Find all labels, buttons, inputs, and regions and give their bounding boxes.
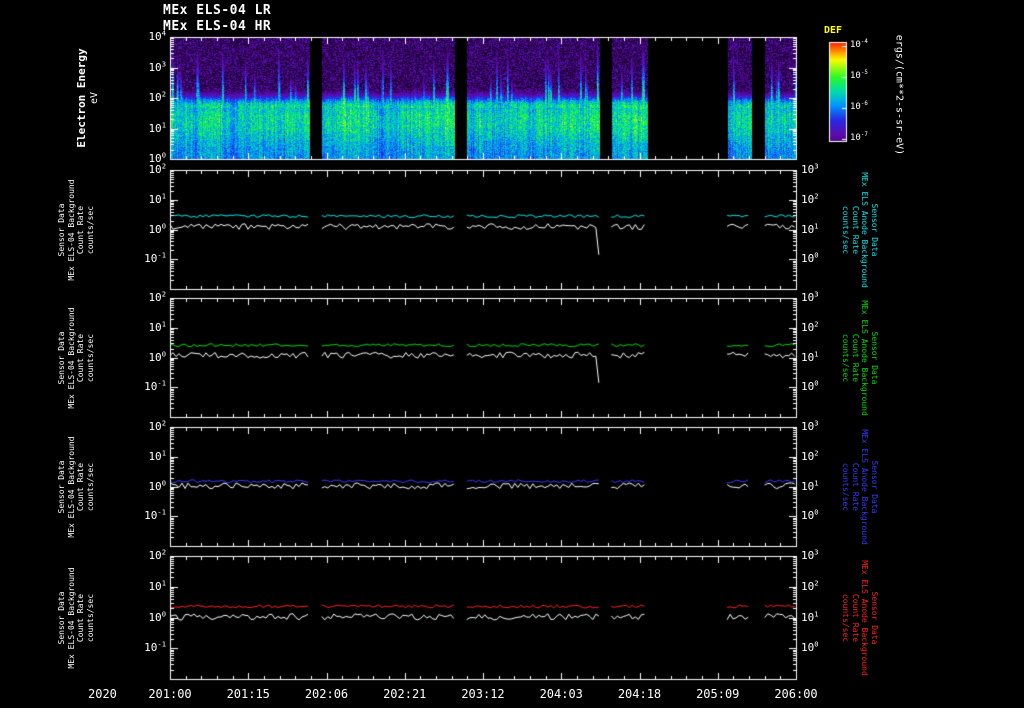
line-panel-right-label-line: counts/sec <box>841 462 851 512</box>
y-tick-label-right: 100 <box>801 378 819 394</box>
x-tick-label: 201:15 <box>226 687 270 701</box>
y-tick-label-right: 100 <box>801 250 819 266</box>
line-panel-right-label-line: Count Rate <box>851 462 860 512</box>
colorbar-tick-label: 10-6 <box>850 101 868 112</box>
y-tick-label-left: 10-1 <box>144 250 166 266</box>
line-panel-left-label: Sensor Data MEx ELS-04 Background Count Ra… <box>57 179 95 280</box>
colorbar-tick-label: 10-5 <box>850 70 868 81</box>
line-panel-left-label-line: MEx ELS-04 Background <box>66 567 76 669</box>
line-panel-left-label-line: Count Rate <box>76 593 85 643</box>
y-tick-label-left: 10-1 <box>144 378 166 394</box>
y-tick-label-right: 102 <box>801 191 819 206</box>
title-lr: MEx ELS-04 LR <box>163 3 272 18</box>
colorbar-def-label: DEF <box>824 25 843 36</box>
spectrogram-ylabel-units: eV <box>89 91 100 105</box>
line-panel-left-label-line: MEx ELS-04 Background <box>66 436 76 538</box>
line-panel-right-label: Sensor Data MEx ELS Anode Background Count… <box>841 300 880 416</box>
line-panel-right-label-line: Sensor Data <box>870 460 879 514</box>
y-tick-label-left: 100 <box>148 608 166 624</box>
line-panel-right-label-line: MEx ELS Anode Background <box>860 172 870 288</box>
y-tick-label-left: 101 <box>148 319 166 334</box>
y-tick-label-right: 103 <box>801 547 819 562</box>
title-hr: MEx ELS-04 HR <box>163 19 272 34</box>
y-tick-label-right: 101 <box>801 477 819 493</box>
line-panel-right-label-line: counts/sec <box>841 333 851 383</box>
x-tick-label: 204:18 <box>617 687 662 701</box>
y-tick-label-right: 102 <box>801 319 819 334</box>
line-panel-left-label: Sensor Data MEx ELS-04 Background Count Ra… <box>57 307 95 408</box>
x-tick-label: 202:21 <box>383 687 427 701</box>
line-panel-left-label-line: Count Rate <box>76 205 85 255</box>
x-tick-label: 205:09 <box>696 687 740 701</box>
y-tick-label-right: 100 <box>801 639 819 655</box>
line-panel-left-label-line: MEx ELS-04 Background <box>66 179 76 281</box>
x-tick-label: 204:03 <box>539 687 583 701</box>
line-panel-left-label-line: Sensor Data <box>57 591 66 645</box>
colorbar-tick-label: 10-7 <box>850 132 868 143</box>
line-panel-left-label-line: Sensor Data <box>57 331 66 385</box>
y-tick-label-left: 102 <box>148 418 166 433</box>
y-tick-label-left: 100 <box>148 348 166 364</box>
line-panel-left-label-line: Sensor Data <box>57 203 66 257</box>
x-tick-label: 202:06 <box>304 687 349 701</box>
y-tick-label-left: 101 <box>148 578 166 593</box>
x-axis-year-label: 2020 <box>88 687 117 701</box>
line-panel-right-label: Sensor Data MEx ELS Anode Background Count… <box>841 429 880 545</box>
line-panel-left-label-line: counts/sec <box>85 462 95 512</box>
y-tick-label-right: 100 <box>801 507 819 523</box>
y-tick-label-right: 101 <box>801 220 819 236</box>
y-tick-label-left: 103 <box>148 58 166 74</box>
y-tick-label-right: 103 <box>801 418 819 433</box>
y-tick-label-left: 104 <box>148 28 166 43</box>
y-tick-label-left: 100 <box>148 220 166 236</box>
y-tick-label-left: 102 <box>148 89 166 104</box>
line-panel-right-label-line: Sensor Data <box>870 203 879 257</box>
line-panel-right-label-line: Sensor Data <box>870 591 879 645</box>
line-panel-left-label-line: counts/sec <box>85 333 95 383</box>
line-panel-left-label-line: Count Rate <box>76 462 85 512</box>
line-panel-right-label-line: Count Rate <box>851 205 860 255</box>
line-panel-right-label-line: Sensor Data <box>870 331 879 385</box>
line-panel-left-label: Sensor Data MEx ELS-04 Background Count Ra… <box>57 436 95 537</box>
plot-title: MEx ELS-04 LR MEx ELS-04 HR <box>163 3 271 35</box>
line-panel-right-label-line: MEx ELS Anode Background <box>860 560 870 676</box>
line-panel-left-label-line: Sensor Data <box>57 460 66 514</box>
line-panel-right-label-line: counts/sec <box>841 205 851 255</box>
y-tick-label-left: 101 <box>148 448 166 463</box>
line-panel-right-label-line: counts/sec <box>841 593 851 643</box>
y-tick-label-right: 101 <box>801 348 819 364</box>
line-panel-left-label-line: Count Rate <box>76 333 85 383</box>
y-tick-label-left: 101 <box>148 191 166 206</box>
line-panel-right-label-line: MEx ELS Anode Background <box>860 300 870 416</box>
line-panel-left-label: Sensor Data MEx ELS-04 Background Count Ra… <box>57 567 95 668</box>
line-panel-left-label-line: counts/sec <box>85 205 95 255</box>
y-tick-label-left: 101 <box>148 119 166 135</box>
y-tick-label-right: 102 <box>801 578 819 593</box>
x-tick-label: 206:00 <box>774 687 818 701</box>
y-tick-label-left: 10-1 <box>144 507 166 523</box>
x-tick-label: 201:00 <box>148 687 192 701</box>
colorbar-tick-label: 10-4 <box>850 39 868 50</box>
y-tick-label-left: 102 <box>148 289 166 304</box>
x-tick-label: 203:12 <box>461 687 505 701</box>
line-panel-right-label: Sensor Data MEx ELS Anode Background Count… <box>841 560 880 676</box>
spectrogram-ylabel: Electron Energy <box>75 48 88 148</box>
y-tick-label-right: 103 <box>801 289 819 304</box>
colorbar-units-label: ergs/(cm**2-s-sr-eV) <box>893 34 905 156</box>
line-panel-right-label: Sensor Data MEx ELS Anode Background Count… <box>841 172 880 288</box>
line-panel-right-label-line: Count Rate <box>851 333 860 383</box>
y-tick-label-left: 102 <box>148 547 166 562</box>
y-tick-label-left: 102 <box>148 161 166 176</box>
y-tick-label-right: 101 <box>801 608 819 624</box>
line-panel-right-label-line: Count Rate <box>851 593 860 643</box>
spectrogram-figure: MEx ELS-04 LR MEx ELS-04 HR Electron Ene… <box>0 0 1024 708</box>
spectrogram-ylabel-block: Electron Energy eV <box>75 48 101 147</box>
line-panel-left-label-line: counts/sec <box>85 593 95 643</box>
line-panel-left-label-line: MEx ELS-04 Background <box>66 307 76 409</box>
y-tick-label-left: 100 <box>148 477 166 493</box>
y-tick-label-right: 102 <box>801 448 819 463</box>
line-panel-right-label-line: MEx ELS Anode Background <box>860 429 870 545</box>
y-tick-label-right: 103 <box>801 161 819 176</box>
y-tick-label-left: 10-1 <box>144 639 166 655</box>
